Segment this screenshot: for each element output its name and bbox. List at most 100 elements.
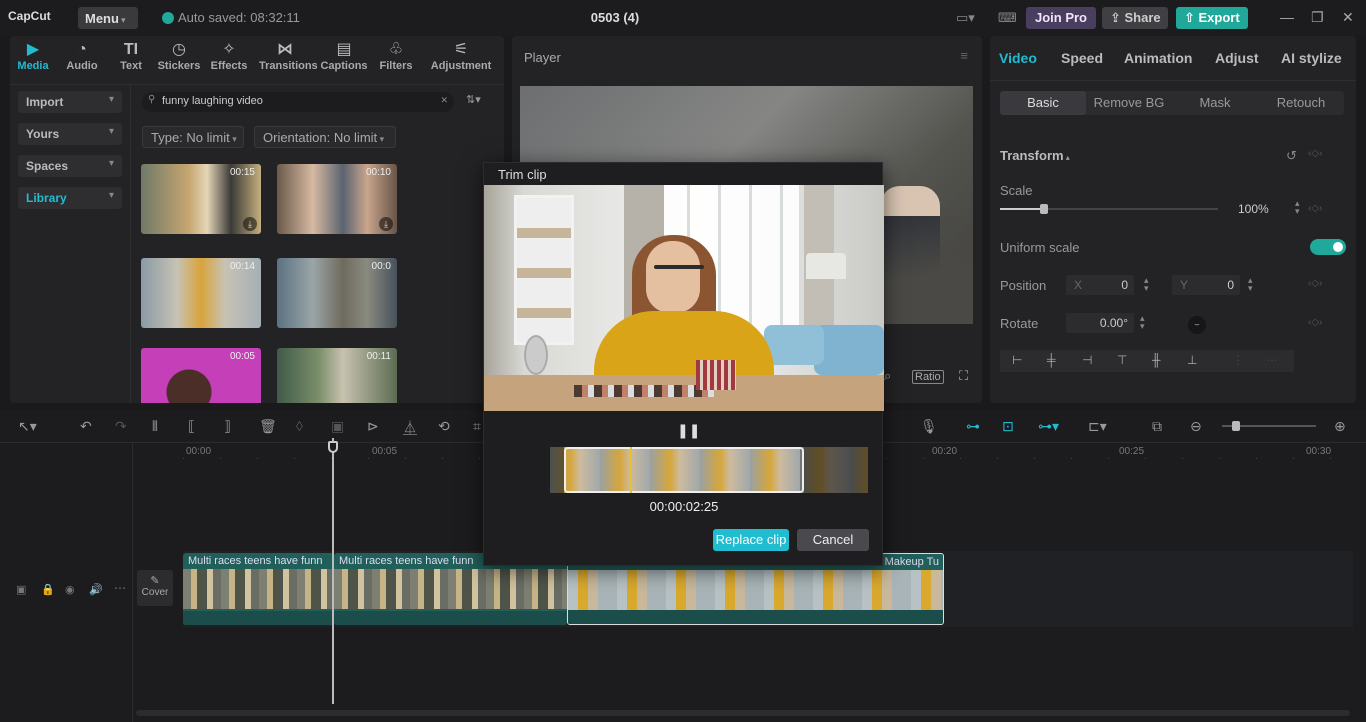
sidebar-item-library[interactable]: Library ▾ — [18, 187, 122, 209]
scale-slider-thumb[interactable] — [1039, 204, 1048, 214]
fullscreen-icon[interactable]: ⛶ — [959, 368, 968, 384]
keyframe-icon[interactable]: ‹◇› — [1308, 148, 1322, 159]
mirror-icon[interactable]: ⏅ — [403, 418, 417, 438]
split-left-icon[interactable]: ⟦ — [188, 418, 195, 435]
delete-icon[interactable]: 🗑 — [259, 418, 277, 435]
track-toggle-icon[interactable]: ▣ — [16, 583, 26, 596]
cancel-button[interactable]: Cancel — [797, 529, 869, 551]
tab-text[interactable]: TI Text — [105, 40, 157, 72]
align-right-icon[interactable]: ⊣ — [1082, 353, 1092, 367]
tab-filters[interactable]: ♧ Filters — [370, 40, 422, 72]
redo-icon[interactable]: ↷ — [115, 418, 127, 435]
sidebar-item-spaces[interactable]: Spaces ▾ — [18, 155, 122, 177]
playhead-handle[interactable] — [328, 441, 338, 453]
sub-tab-basic[interactable]: Basic — [1000, 91, 1086, 115]
download-icon[interactable]: ⤓ — [243, 217, 257, 231]
mark-icon[interactable]: ◊ — [296, 418, 303, 434]
link-main-track-icon[interactable]: ⊶ — [966, 418, 980, 435]
rotate-icon[interactable]: ⟲ — [438, 418, 450, 435]
distribute-v-icon[interactable]: ⋯ — [1266, 353, 1278, 367]
scale-slider[interactable] — [1000, 204, 1218, 214]
keyframe-icon[interactable]: ‹◇› — [1308, 278, 1322, 289]
tab-transitions[interactable]: ⋈ Transitions — [259, 40, 318, 72]
ratio-button[interactable]: Ratio — [912, 370, 944, 384]
keyframe-icon[interactable]: ‹◇› — [1308, 203, 1322, 214]
link-icon[interactable]: ⊶▾ — [1038, 418, 1059, 435]
media-thumbnail[interactable]: 00:15 ⤓ — [141, 164, 261, 234]
align-top-icon[interactable]: ⊤ — [1117, 353, 1127, 367]
play-speed-icon[interactable]: ⊳ — [367, 418, 379, 435]
align-center-h-icon[interactable]: ╪ — [1047, 353, 1056, 367]
position-y-field[interactable]: Y0 — [1172, 275, 1240, 295]
crop-icon[interactable]: ⌗ — [473, 418, 481, 435]
type-filter[interactable]: Type: No limit ▾ — [142, 126, 244, 148]
zoom-slider-thumb[interactable] — [1232, 421, 1240, 431]
uniform-scale-toggle[interactable] — [1310, 239, 1346, 255]
download-icon[interactable]: ⤓ — [379, 217, 393, 231]
rotate-field[interactable]: 0.00° — [1066, 313, 1134, 333]
zoom-out-icon[interactable]: ⊖ — [1190, 418, 1202, 435]
export-button[interactable]: ⇧ Export — [1176, 7, 1248, 29]
subtitle-icon[interactable]: ⧉ — [1152, 418, 1162, 435]
trim-selection-frame[interactable] — [564, 447, 804, 493]
tab-video[interactable]: Video — [999, 50, 1037, 66]
reset-icon[interactable]: ↺ — [1286, 148, 1297, 164]
align-center-v-icon[interactable]: ╫ — [1152, 353, 1161, 367]
stepper-icon[interactable]: ▴ ▾ — [1140, 314, 1145, 331]
align-left-icon[interactable]: ⊢ — [1012, 353, 1022, 367]
stepper-icon[interactable]: ▴ ▾ — [1144, 276, 1149, 293]
media-thumbnail[interactable]: 00:10 ⤓ — [277, 164, 397, 234]
sidebar-item-import[interactable]: Import ▾ — [18, 91, 122, 113]
tab-adjust[interactable]: Adjust — [1215, 50, 1259, 66]
sub-tab-mask[interactable]: Mask — [1172, 91, 1258, 115]
zoom-slider[interactable] — [1222, 421, 1316, 431]
stepper-icon[interactable]: ▴ ▾ — [1248, 276, 1253, 293]
tab-adjustment[interactable]: ⚟ Adjustment — [428, 40, 494, 72]
select-tool-icon[interactable]: ↖▾ — [18, 418, 37, 435]
trim-cursor[interactable] — [630, 447, 632, 493]
timeline-scrollbar[interactable] — [136, 710, 1350, 716]
rotate-dial[interactable]: – — [1188, 316, 1206, 334]
tab-ai-stylize[interactable]: AI stylize — [1281, 50, 1342, 66]
tab-stickers[interactable]: ◷ Stickers — [153, 40, 205, 72]
search-input[interactable]: ⚲ funny laughing video ✕ — [142, 92, 454, 112]
position-x-field[interactable]: X0 — [1066, 275, 1134, 295]
stepper-icon[interactable]: ▴ ▾ — [1295, 199, 1300, 216]
split-right-icon[interactable]: ⟧ — [224, 418, 231, 435]
tab-effects[interactable]: ✧ Effects — [203, 40, 255, 72]
orientation-filter[interactable]: Orientation: No limit ▾ — [254, 126, 396, 148]
microphone-icon[interactable]: 🎙 — [920, 418, 938, 435]
minimize-icon[interactable]: — — [1280, 9, 1294, 25]
trim-preview-video[interactable] — [484, 185, 884, 411]
eye-icon[interactable]: ◉ — [65, 583, 75, 596]
more-icon[interactable]: ⋯ — [114, 581, 126, 595]
join-pro-button[interactable]: Join Pro — [1026, 7, 1096, 29]
menu-icon[interactable]: ≡ — [960, 48, 968, 63]
zoom-icon[interactable]: ⌕ — [884, 368, 891, 384]
keyboard-icon[interactable]: ⌨ — [998, 10, 1017, 26]
media-thumbnail[interactable]: 00:11 — [277, 348, 397, 403]
share-button[interactable]: ⇪ Share — [1102, 7, 1168, 29]
volume-icon[interactable]: 🔊 — [89, 583, 103, 596]
magnet-icon[interactable]: ⊡ — [1002, 418, 1014, 435]
sub-tab-remove-bg[interactable]: Remove BG — [1086, 91, 1172, 115]
timeline-clip[interactable]: Multi races teens have funn — [183, 553, 334, 625]
tab-media[interactable]: ▶ Media — [7, 40, 59, 72]
tab-speed[interactable]: Speed — [1061, 50, 1103, 66]
cover-button[interactable]: ✎ Cover — [137, 570, 173, 606]
sidebar-item-yours[interactable]: Yours ▾ — [18, 123, 122, 145]
tab-audio[interactable]: ◔ Audio — [56, 40, 108, 72]
zoom-in-icon[interactable]: ⊕ — [1334, 418, 1346, 435]
transform-heading[interactable]: Transform ▴ — [1000, 148, 1070, 163]
distribute-h-icon[interactable]: ⋮ — [1232, 353, 1244, 367]
sub-tab-retouch[interactable]: Retouch — [1258, 91, 1344, 115]
replace-clip-button[interactable]: Replace clip — [713, 529, 789, 551]
close-icon[interactable]: ✕ — [1342, 9, 1354, 26]
split-icon[interactable]: ⫴ — [152, 418, 158, 435]
sort-icon[interactable]: ⇅▾ — [466, 93, 481, 106]
keyframe-icon[interactable]: ‹◇› — [1308, 317, 1322, 328]
lock-icon[interactable]: 🔒 — [41, 583, 55, 596]
layout-icon[interactable]: ▭▾ — [956, 10, 975, 26]
restore-icon[interactable]: ❐ — [1311, 9, 1324, 26]
media-thumbnail[interactable]: 00:14 — [141, 258, 261, 328]
